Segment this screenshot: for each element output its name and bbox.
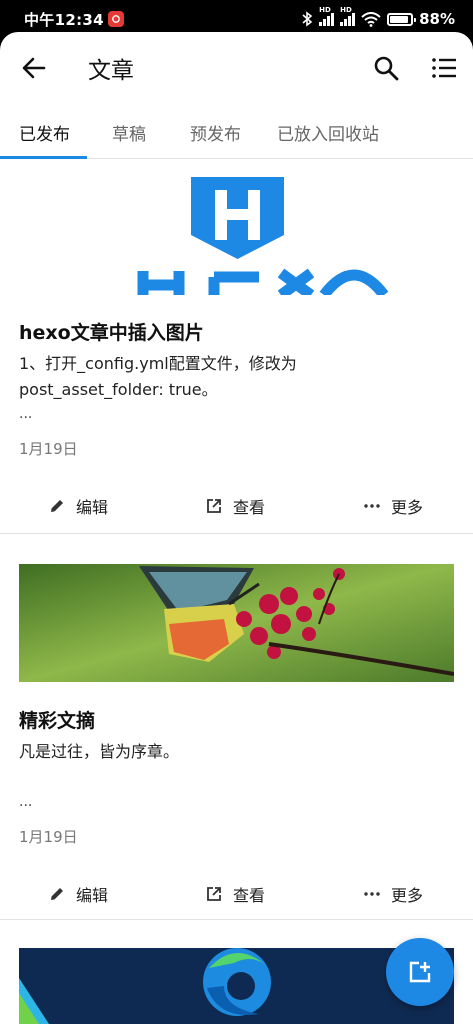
edit-label: 编辑: [76, 886, 109, 905]
view-button[interactable]: 查看: [205, 882, 265, 906]
view-button[interactable]: 查看: [205, 494, 265, 518]
list-icon[interactable]: [430, 54, 458, 82]
view-label: 查看: [233, 498, 266, 517]
add-post-icon: [409, 961, 431, 983]
edit-button[interactable]: 编辑: [48, 494, 108, 518]
search-icon[interactable]: [372, 54, 400, 82]
article-thumbnail: [19, 175, 454, 295]
app-bar: 文章: [0, 32, 473, 102]
article-thumbnail: [19, 564, 454, 682]
app-screen: 文章 已发布 草稿 预发布 已放入回收站 hexo文章中插入图片 1、打开_co…: [0, 32, 473, 1024]
battery-level: 88%: [419, 10, 455, 28]
article-date: 1月19日: [19, 440, 78, 458]
battery-icon: [387, 12, 417, 26]
tab-trash[interactable]: 已放入回收站: [277, 120, 379, 145]
edit-label: 编辑: [76, 498, 109, 517]
tab-prerelease[interactable]: 预发布: [190, 120, 241, 145]
article-excerpt: 1、打开_config.yml配置文件，修改为 post_asset_folde…: [19, 351, 454, 403]
butterfly-photo: [19, 564, 454, 682]
more-label: 更多: [391, 886, 424, 905]
article-title[interactable]: 精彩文摘: [19, 706, 95, 733]
article-excerpt-line: post_asset_folder: true。: [19, 380, 218, 399]
netease-music-icon: [107, 11, 124, 27]
article-ellipsis: ...: [19, 794, 33, 810]
pencil-icon: [51, 888, 63, 900]
article-card[interactable]: 精彩文摘 凡是过往，皆为序章。 ... 1月19日 编辑 查看 更多: [0, 534, 473, 920]
external-link-icon: [207, 499, 221, 513]
view-label: 查看: [233, 886, 266, 905]
tab-drafts[interactable]: 草稿: [112, 120, 146, 145]
bluetooth-icon: [302, 11, 313, 27]
more-horizontal-icon: [364, 892, 380, 896]
more-label: 更多: [391, 498, 424, 517]
article-card[interactable]: hexo文章中插入图片 1、打开_config.yml配置文件，修改为 post…: [0, 159, 473, 534]
more-button[interactable]: 更多: [363, 882, 423, 906]
pencil-icon: [51, 500, 63, 512]
wifi-icon: [361, 11, 381, 27]
more-button[interactable]: 更多: [363, 494, 423, 518]
arrow-left-icon[interactable]: [20, 54, 48, 82]
external-link-icon: [207, 887, 221, 901]
edit-button[interactable]: 编辑: [48, 882, 108, 906]
add-post-button[interactable]: [386, 938, 454, 1006]
article-date: 1月19日: [19, 828, 78, 846]
signal-icon-1: HD: [319, 6, 335, 26]
status-time: 中午12:34: [24, 10, 104, 29]
tab-bar: 已发布 草稿 预发布 已放入回收站: [0, 112, 473, 159]
article-actions: 编辑 查看 更多: [0, 874, 473, 914]
article-actions: 编辑 查看 更多: [0, 486, 473, 526]
article-excerpt-line: 凡是过往，皆为序章。: [19, 742, 180, 761]
article-excerpt-line: 1、打开_config.yml配置文件，修改为: [19, 354, 297, 373]
signal-icon-2: HD: [340, 6, 356, 26]
article-title[interactable]: hexo文章中插入图片: [19, 318, 204, 345]
hexo-logo: [137, 177, 389, 295]
more-horizontal-icon: [364, 504, 380, 508]
article-ellipsis: ...: [19, 406, 33, 422]
page-title: 文章: [88, 58, 134, 84]
tab-published[interactable]: 已发布: [19, 120, 70, 145]
article-excerpt: 凡是过往，皆为序章。: [19, 739, 454, 765]
